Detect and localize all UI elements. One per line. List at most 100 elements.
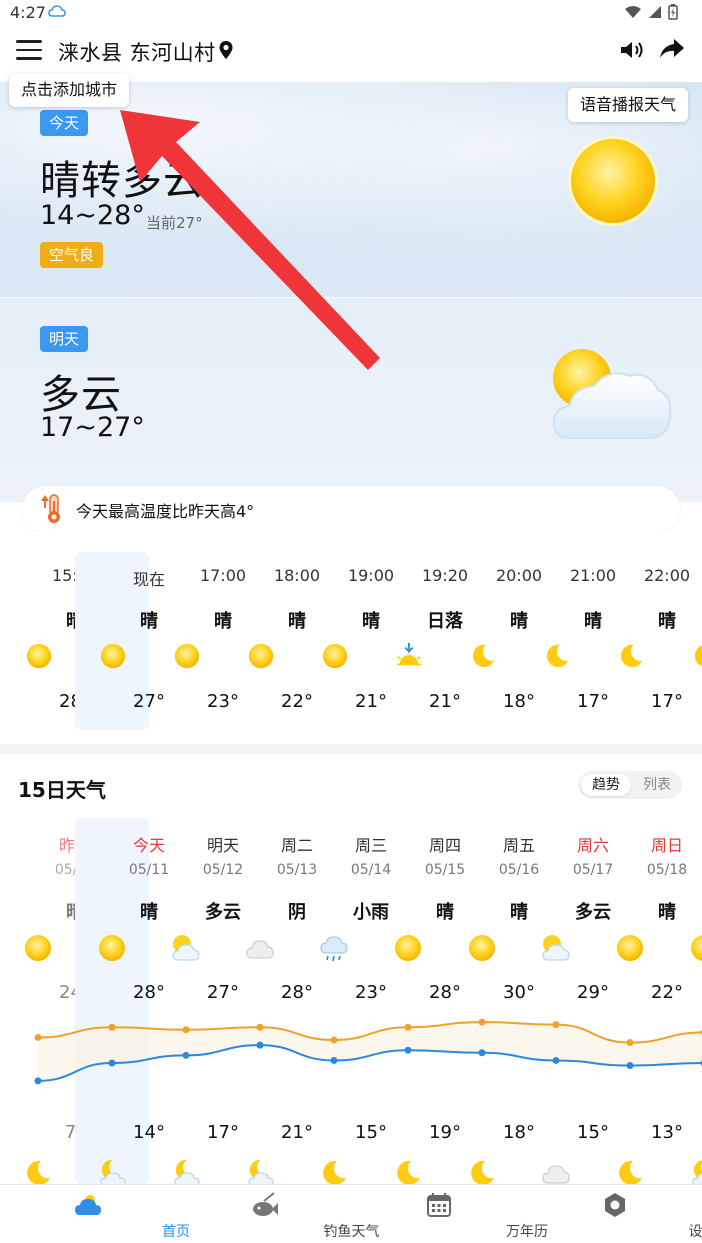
sun-icon [174,643,200,669]
high-temp-line-point [108,1023,116,1031]
sun-icon [100,643,126,669]
daily-item[interactable]: 周二 05/13 阴 28° 21° [223,818,317,1184]
hourly-item[interactable]: 现在晴 27° [75,552,165,730]
high-temp-line-point [330,1036,338,1044]
hourly-item[interactable]: 19:00 晴 21° [297,532,394,730]
sun-icon [617,935,643,961]
nav-item-settings[interactable]: 设置 [527,1185,702,1243]
low-temp-line-point [34,1077,42,1085]
red-arrow-annotation [120,110,380,370]
daily-forecast-title: 15日天气 [18,778,106,802]
menu-icon[interactable] [16,40,42,62]
low-temp-line-point [478,1049,486,1057]
high-temp-line-point [626,1039,634,1047]
partly-cloudy-icon [542,935,570,961]
hourly-item[interactable]: 15:00晴28° [1,532,98,730]
daily-item[interactable]: 周日 05/18 晴 22° 13° [593,818,687,1184]
moon-icon [323,1160,346,1184]
moon-icon [619,1160,642,1184]
high-temp-line-point [256,1023,264,1031]
fishing-icon [252,1192,278,1216]
calendar-icon [427,1193,451,1217]
nav-item-home-weather[interactable]: 首页 [0,1185,190,1243]
moon-cloud-icon [100,1159,126,1184]
settings-icon [604,1193,625,1217]
view-toggle[interactable]: 趋势 列表 [578,771,682,799]
cloud-notification-icon [48,5,66,17]
daily-forecast[interactable]: 15日天气 趋势 列表 昨天05/10晴24°7°今天05/11晴28°14°明… [0,754,702,1184]
partly-cloudy-icon [172,935,200,961]
share-icon[interactable] [658,36,686,62]
low-temp-line-point [330,1056,338,1064]
cloud-icon [542,1165,570,1184]
daily-item[interactable]: 周05/晴21 [667,818,702,1184]
hourly-item[interactable]: 17:00 晴 23° [149,532,246,730]
voice-broadcast-tooltip[interactable]: 语音播报天气 [568,88,689,122]
status-bar: 4:27 [0,0,702,26]
home-weather-icon [75,1195,101,1215]
moon-cloud-icon [692,1160,702,1184]
nav-item-fishing[interactable]: 钓鱼天气 [176,1185,380,1243]
daily-item[interactable]: 周三 05/14 小雨 23° 15° [297,818,391,1184]
toggle-trend[interactable]: 趋势 [581,774,631,796]
hourly-item[interactable]: 19:20 日落 21° [371,532,468,730]
hourly-item[interactable]: 23晴17 [667,532,702,730]
moon-icon [472,644,495,668]
sun-icon [691,935,702,961]
moon-icon [27,1160,50,1184]
nav-item-calendar[interactable]: 万年历 [351,1185,548,1243]
low-temp-line-point [256,1041,264,1049]
low-temp-line-point [404,1046,412,1054]
location-title[interactable]: 涞水县 东河山村 [58,37,216,67]
moon-cloud-icon [248,1159,274,1184]
rain-icon [320,936,348,962]
low-temp-line-point [182,1051,190,1059]
hourly-item[interactable]: 20:00 晴 18° [445,532,542,730]
sun-icon [248,643,274,669]
low-temp-line-point [626,1062,634,1070]
low-temp-line-point [552,1056,560,1064]
speaker-icon[interactable] [618,38,646,62]
sun-icon [99,935,125,961]
battery-icon [668,4,678,20]
daily-item[interactable]: 明天 05/12 多云 27° 17° [149,818,243,1184]
moon-icon [620,644,643,668]
sun-icon [469,935,495,961]
sun-icon [26,643,52,669]
hourly-item[interactable]: 21:00 晴 17° [519,532,616,730]
temperature-band [38,1022,702,1081]
moon-icon [546,644,569,668]
sun-icon [322,643,348,669]
partly-cloudy-icon [552,349,672,439]
moon-icon [471,1160,494,1184]
location-pin-icon [219,41,233,59]
moon-icon [694,645,702,667]
status-icons [624,4,678,20]
sun-icon [395,935,421,961]
moon-cloud-icon [174,1159,200,1184]
nav-label: 设置 [688,1224,702,1240]
hourly-item[interactable]: 18:00 晴 22° [223,532,320,730]
tip-text: 今天最高温度比昨天高4° [76,502,255,521]
today-badge: 今天 [40,110,89,136]
daily-item[interactable]: 周四 05/15 晴 28° 19° [371,818,465,1184]
high-temp-line-point [404,1023,412,1031]
sunset-icon [396,642,422,666]
sun-icon [25,935,51,961]
daily-item[interactable]: 周六 05/17 多云 29° 15° [519,818,613,1184]
daily-item[interactable]: 周五 05/16 晴 30° 18° [445,818,539,1184]
toggle-list[interactable]: 列表 [634,774,680,796]
bottom-nav: 首页钓鱼天气万年历设置 [0,1184,702,1243]
tomorrow-badge: 明天 [40,326,89,352]
sun-icon [568,136,658,226]
temperature-tip-banner[interactable]: 今天最高温度比昨天高4° [22,486,680,532]
wifi-icon [625,6,641,18]
tomorrow-temp-range: 17~27° [40,412,145,443]
high-temp-line-point [34,1033,42,1041]
cloud-icon [246,940,274,959]
air-quality-badge[interactable]: 空气良 [40,242,104,268]
hourly-forecast[interactable]: 15:00晴28°现在晴27°17:00晴23°18:00晴22°19:00晴2… [0,532,702,744]
daily-item[interactable]: 今天 05/11 晴 28° 14° [75,818,169,1184]
daily-item[interactable]: 昨天05/10晴24°7° [1,818,95,1184]
hourly-item[interactable]: 22:00 晴 17° [593,532,690,730]
